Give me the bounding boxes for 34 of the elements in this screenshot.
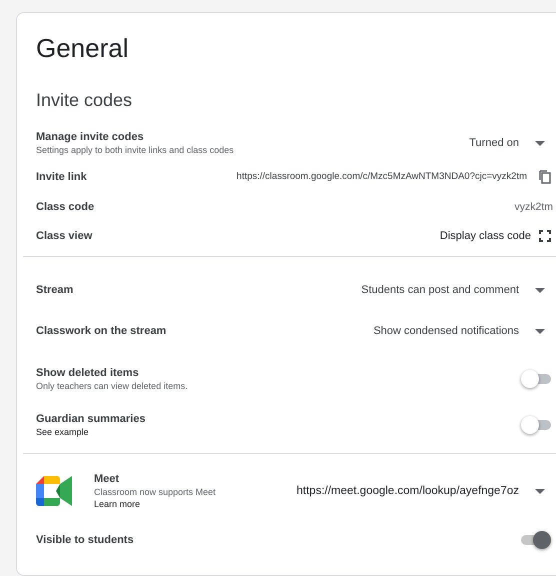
copy-icon[interactable] bbox=[539, 170, 551, 184]
setting-description: Only teachers can view deleted items. bbox=[36, 381, 189, 391]
setting-label: Meet bbox=[94, 473, 120, 485]
setting-link[interactable]: See example bbox=[36, 427, 521, 437]
dropdown-select[interactable]: Students can post and comment bbox=[355, 284, 551, 296]
setting-description: Classroom now supports Meet bbox=[94, 487, 217, 497]
setting-label: Show deleted items bbox=[36, 367, 140, 379]
dropdown-select[interactable]: Show condensed notifications bbox=[367, 325, 551, 337]
dropdown-caret-icon bbox=[535, 140, 545, 146]
setting-description: Settings apply to both invite links and class codes bbox=[36, 145, 235, 155]
dropdown-caret-icon bbox=[535, 288, 545, 292]
section-heading: Invite codes bbox=[36, 90, 134, 111]
setting-label: Stream bbox=[36, 284, 74, 296]
invite-link-text: https://classroom.google.com/c/Mzc5MzAwNTM3NDA0?cjc=vyzk2tm bbox=[236, 171, 527, 182]
setting-label: Invite link bbox=[36, 170, 88, 182]
class-code-text: vyzk2tm bbox=[514, 201, 553, 213]
setting-label: Visible to students bbox=[36, 534, 135, 546]
setting-link[interactable]: Learn more bbox=[94, 499, 291, 509]
setting-label: Class view bbox=[36, 230, 94, 242]
page-title: General bbox=[36, 33, 130, 64]
toggle-switch[interactable] bbox=[521, 369, 551, 389]
fullscreen-icon[interactable] bbox=[539, 230, 551, 242]
setting-label: Classwork on the stream bbox=[36, 325, 168, 337]
toggle-switch[interactable] bbox=[521, 415, 551, 435]
dropdown-caret-icon bbox=[535, 488, 545, 494]
setting-label: Manage invite codes bbox=[36, 131, 145, 143]
setting-label: Class code bbox=[36, 201, 96, 213]
display-class-code-button[interactable]: Display class code bbox=[440, 230, 531, 242]
dropdown-select[interactable]: https://meet.google.com/lookup/ayefnge7oz bbox=[290, 485, 551, 497]
dropdown-select[interactable]: Turned on bbox=[463, 137, 551, 149]
dropdown-caret-icon bbox=[535, 328, 545, 334]
toggle-switch[interactable] bbox=[521, 530, 551, 550]
setting-label: Guardian summaries bbox=[36, 413, 146, 425]
video-camera-logo-icon bbox=[36, 476, 72, 506]
